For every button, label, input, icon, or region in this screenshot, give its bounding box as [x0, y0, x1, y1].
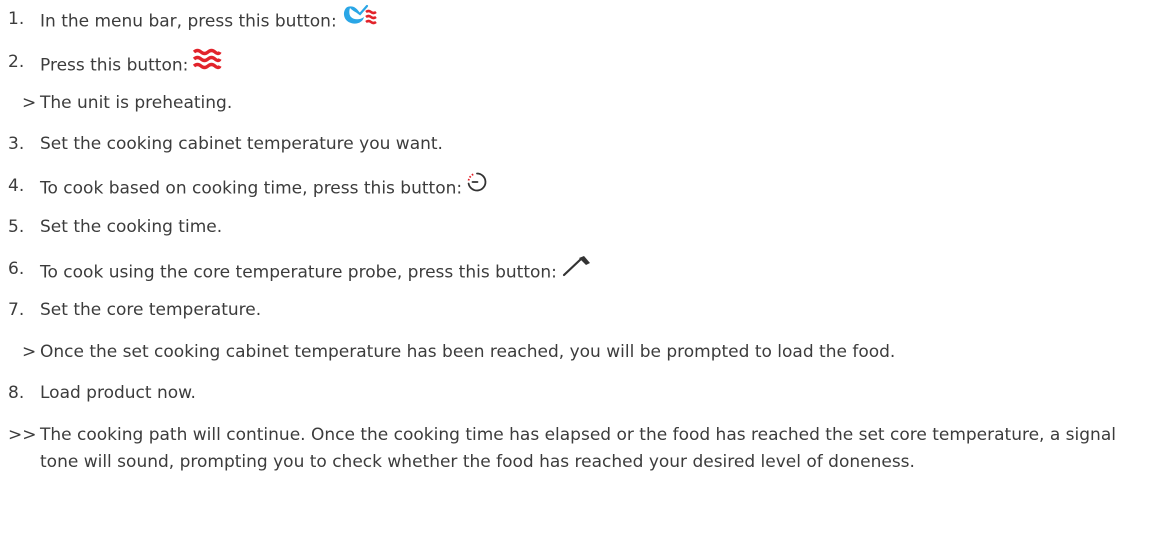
step-text: Set the core temperature.: [40, 300, 262, 320]
result-marker: >: [22, 93, 37, 113]
step-marker: 8.: [8, 383, 25, 403]
hot-air-steam-icon: [341, 4, 381, 35]
result-marker: >: [22, 342, 37, 362]
core-probe-icon: [561, 254, 593, 287]
step-label: In the menu bar, press this button:: [40, 11, 337, 32]
preheat-icon: [192, 47, 222, 80]
step-text: Set the cooking time.: [40, 217, 223, 237]
step-text: The unit is preheating.: [40, 93, 233, 113]
step-text: In the menu bar, press this button:: [40, 4, 1136, 37]
step-text: To cook using the core temperature probe…: [40, 256, 1136, 289]
step-marker: 7.: [8, 300, 25, 320]
step-marker: 1.: [8, 9, 25, 29]
step-label: Press this button:: [40, 55, 189, 76]
step-marker: 5.: [8, 217, 25, 237]
step-text: Once the set cooking cabinet temperature…: [40, 342, 896, 362]
step-marker: 2.: [8, 52, 25, 72]
step-text: The cooking path will continue. Once the…: [40, 425, 1116, 472]
step-text: Set the cooking cabinet temperature you …: [40, 134, 443, 154]
result-marker: >>: [8, 425, 37, 445]
step-marker: 6.: [8, 259, 25, 279]
step-marker: 4.: [8, 176, 25, 196]
step-text: Load product now.: [40, 383, 196, 403]
step-label: To cook using the core temperature probe…: [40, 262, 557, 283]
step-text: To cook based on cooking time, press thi…: [40, 171, 1136, 204]
step-label: To cook based on cooking time, press thi…: [40, 178, 463, 199]
step-text: Press this button:: [40, 47, 1136, 82]
timer-icon: [466, 171, 488, 202]
step-marker: 3.: [8, 134, 25, 154]
